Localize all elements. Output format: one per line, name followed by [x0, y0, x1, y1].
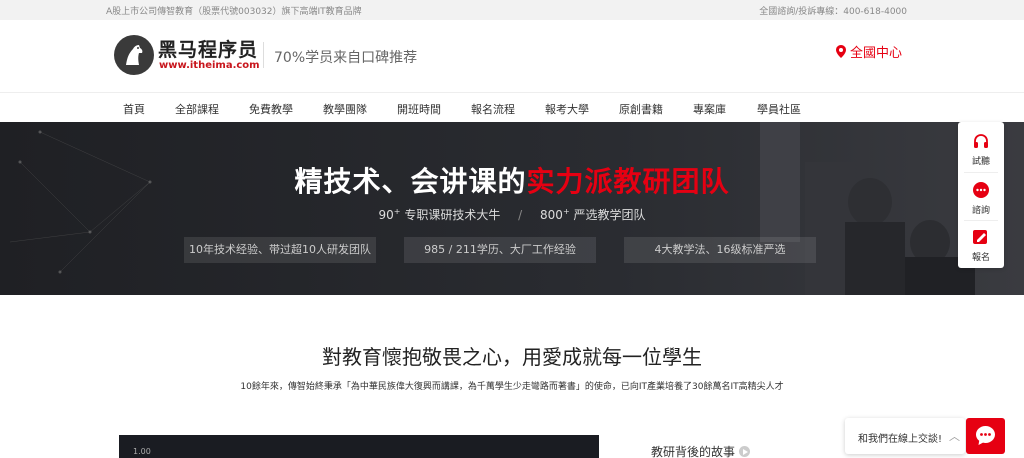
main-nav: 首頁 全部課程 免費教學 教學團隊 開班時間 報名流程 報考大學 原創書籍 專案…	[0, 92, 1024, 122]
side-label-consult: 諮詢	[971, 206, 990, 216]
nav-item-community[interactable]: 學員社區	[757, 101, 801, 117]
location-label: 全國中心	[850, 46, 903, 61]
banner-title-red: 实力派教研团队	[526, 165, 730, 198]
side-item-consult[interactable]: 諮詢	[958, 173, 1004, 221]
stat2-number: 800	[540, 208, 563, 222]
nav-item-all-courses[interactable]: 全部課程	[175, 101, 219, 117]
edit-icon	[973, 230, 987, 244]
live-chat-text: 和我們在線上交談!	[858, 434, 943, 445]
nav-item-original-books[interactable]: 原創書籍	[619, 101, 663, 117]
nav-item-project-library[interactable]: 專案庫	[693, 101, 726, 117]
feature-pill-method: 4大教学法、16级标准严选	[624, 237, 816, 263]
logo-name: 黑马程序员	[158, 39, 259, 61]
banner-title-white: 精技术、会讲课的	[294, 165, 527, 198]
feature-pill-education: 985 / 211学历、大厂工作经验	[404, 237, 596, 263]
live-chat-prompt[interactable]: 和我們在線上交談! ︿	[845, 418, 965, 454]
side-toolbar: 試聽 諮詢 報名	[958, 122, 1004, 268]
stat2-plus: +	[562, 207, 570, 216]
story-label: 教研背後的故事	[651, 445, 736, 458]
chat-icon	[973, 182, 989, 198]
chevron-up-icon: ︿	[949, 430, 960, 443]
side-item-enroll[interactable]: 報名	[958, 220, 1004, 268]
section-title: 對教育懷抱敬畏之心，用愛成就每一位學生	[322, 345, 702, 369]
nav-item-university[interactable]: 報考大學	[545, 101, 589, 117]
hotline-info: 全國諮詢/投訴專線：400-618-4000	[759, 7, 907, 17]
side-item-trial[interactable]: 試聽	[958, 124, 1004, 172]
site-logo[interactable]: 黑马程序员 www.itheima.com	[114, 35, 260, 75]
nav-item-home[interactable]: 首頁	[123, 101, 145, 117]
stat1-plus: +	[393, 207, 401, 216]
header-divider	[263, 42, 264, 68]
banner-title: 精技术、会讲课的实力派教研团队	[0, 160, 1024, 200]
nav-item-free-teaching[interactable]: 免費教學	[249, 101, 293, 117]
logo-url: www.itheima.com	[159, 60, 260, 71]
play-circle-icon	[739, 446, 751, 457]
nav-item-class-schedule[interactable]: 開班時間	[397, 101, 441, 117]
section-description: 10餘年來，傳智始終秉承「為中華民族偉大復興而講課，為千萬學生少走彎路而著書」的…	[240, 382, 784, 392]
video-time: 1.00	[133, 447, 151, 456]
horse-logo-icon	[114, 35, 154, 75]
header-slogan: 70%学员来自口碑推荐	[274, 50, 418, 66]
story-link[interactable]: 教研背後的故事	[651, 443, 751, 458]
stat2-text: 严选教学团队	[573, 208, 646, 222]
stat1-number: 90	[378, 208, 394, 222]
stat-separator: /	[518, 208, 523, 222]
company-info: A股上市公司傳智教育（股票代號003032）旗下高端IT教育品牌	[106, 7, 362, 17]
side-label-enroll: 報名	[971, 253, 990, 263]
banner-stats: 90+ 专职课研技术大牛 / 800+ 严选教学团队	[0, 206, 1024, 223]
team-banner: 精技术、会讲课的实力派教研团队 90+ 专职课研技术大牛 / 800+ 严选教学…	[0, 122, 1024, 295]
site-header: 黑马程序员 www.itheima.com 70%学员来自口碑推荐 全國中心	[0, 20, 1024, 92]
live-chat-button[interactable]	[966, 418, 1005, 454]
location-pin-icon	[836, 45, 846, 58]
feature-pill-experience: 10年技术经验、带过超10人研发团队	[184, 237, 376, 263]
location-selector[interactable]: 全國中心	[836, 42, 902, 61]
nav-item-enroll-process[interactable]: 報名流程	[471, 101, 515, 117]
top-info-bar: A股上市公司傳智教育（股票代號003032）旗下高端IT教育品牌 全國諮詢/投訴…	[0, 0, 1024, 20]
stat1-text: 专职课研技术大牛	[404, 208, 501, 222]
side-label-trial: 試聽	[971, 157, 990, 167]
video-player[interactable]: 1.00	[119, 435, 599, 458]
chat-bubble-icon	[976, 426, 995, 445]
headphones-icon	[974, 134, 988, 148]
nav-item-teaching-team[interactable]: 教學團隊	[323, 101, 367, 117]
